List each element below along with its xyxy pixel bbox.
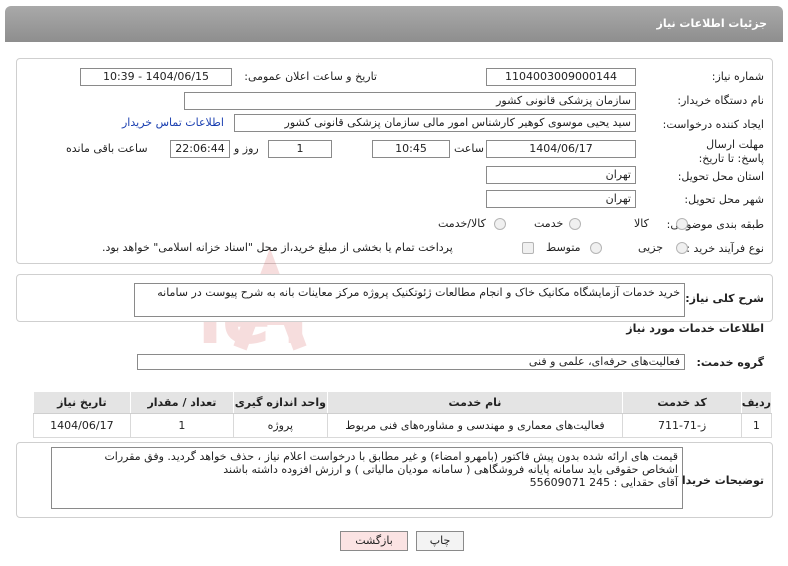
creator-field: سید یحیی موسوی کوهیر کارشناس امور مالی س… [234, 114, 636, 132]
category-goods-radio[interactable] [676, 218, 688, 230]
buyer-notes-line-3: آقای حقدایی : 245 55609071 [529, 476, 678, 489]
cell-quantity: 1 [129, 413, 235, 438]
service-group-field: فعالیت‌های حرفه‌ای، علمی و فنی [137, 354, 685, 370]
need-number-field: 1104003009000144 [486, 68, 636, 86]
buyer-notes-textarea[interactable]: قیمت های ارائه شده بدون پیش فاکتور (بامه… [51, 447, 683, 509]
back-button[interactable]: بازگشت [340, 531, 408, 551]
category-goods-service-radio[interactable] [494, 218, 506, 230]
cell-unit: پروژه [233, 413, 328, 438]
deadline-time-label: ساعت [454, 142, 484, 155]
buyer-notes-label: توضیحات خریدار: [671, 474, 764, 487]
creator-label: ایجاد کننده درخواست: [662, 118, 764, 131]
deadline-date-field: 1404/06/17 [486, 140, 636, 158]
column-header-service-name: نام خدمت [326, 391, 624, 414]
column-header-service-code: کد خدمت [622, 391, 742, 414]
buyer-notes-line-2: اشخاص حقوقی باید سامانه پایانه فروشگاهی … [223, 463, 678, 476]
column-header-unit: واحد اندازه گیری [233, 391, 328, 414]
column-header-quantity: تعداد / مقدار [129, 391, 235, 414]
province-label: استان محل تحویل: [677, 170, 764, 183]
treasury-payment-note: پرداخت تمام یا بخشی از مبلغ خرید،از محل … [102, 241, 453, 254]
cell-service-name: فعالیت‌های معماری و مهندسی و مشاوره‌های … [326, 413, 624, 438]
announce-field: 1404/06/15 - 10:39 [80, 68, 232, 86]
process-medium-label: متوسط [546, 241, 581, 254]
need-number-label: شماره نیاز: [711, 70, 764, 83]
buyer-notes-line-1: قیمت های ارائه شده بدون پیش فاکتور (بامه… [104, 450, 678, 463]
city-field: تهران [486, 190, 636, 208]
contact-buyer-link[interactable]: اطلاعات تماس خریدار [122, 116, 224, 129]
column-header-row-number: ردیف [740, 391, 773, 414]
services-section-title: اطلاعات خدمات مورد نیاز [626, 322, 764, 335]
remaining-label: ساعت باقی مانده [66, 142, 148, 155]
cell-service-code: ز-71-711 [622, 413, 742, 438]
category-service-radio[interactable] [569, 218, 581, 230]
deadline-time-field: 10:45 [372, 140, 450, 158]
column-header-need-date: تاریخ نیاز [33, 391, 131, 414]
page-title: جزئیات اطلاعات نیاز [656, 17, 768, 30]
page-header: جزئیات اطلاعات نیاز [5, 6, 783, 42]
days-field: 1 [268, 140, 332, 158]
process-minor-label: جزیی [638, 241, 664, 254]
deadline-label: مهلت ارسال پاسخ: تا تاریخ: [698, 138, 764, 165]
process-minor-radio[interactable] [676, 242, 688, 254]
buyer-org-field: سازمان پزشکی قانونی کشور [184, 92, 636, 110]
buyer-org-label: نام دستگاه خریدار: [677, 94, 764, 107]
table-header-row: ردیف کد خدمت نام خدمت واحد اندازه گیری ت… [33, 391, 773, 414]
cell-need-date: 1404/06/17 [33, 413, 131, 438]
category-goods-label: کالا [634, 217, 649, 230]
city-label: شهر محل تحویل: [684, 193, 764, 206]
category-service-label: خدمت [534, 217, 564, 230]
services-table: ردیف کد خدمت نام خدمت واحد اندازه گیری ت… [33, 391, 773, 438]
process-label: نوع فرآیند خرید : [686, 242, 764, 255]
days-label: روز و [234, 142, 259, 155]
province-field: تهران [486, 166, 636, 184]
treasury-payment-checkbox[interactable] [522, 242, 534, 254]
print-button[interactable]: چاپ [416, 531, 464, 551]
summary-label: شرح کلی نیاز: [685, 292, 764, 305]
details-panel [16, 58, 773, 264]
service-group-label: گروه خدمت: [696, 356, 764, 369]
category-goods-service-label: کالا/خدمت [438, 217, 486, 230]
cell-row-number: 1 [740, 413, 773, 438]
summary-textarea[interactable]: خرید خدمات آزمایشگاه مکانیک خاک و انجام … [134, 283, 685, 317]
remaining-time-field: 22:06:44 [170, 140, 230, 158]
process-medium-radio[interactable] [590, 242, 602, 254]
table-row: 1 ز-71-711 فعالیت‌های معماری و مهندسی و … [33, 413, 773, 438]
announce-label: تاریخ و ساعت اعلان عمومی: [244, 70, 377, 83]
